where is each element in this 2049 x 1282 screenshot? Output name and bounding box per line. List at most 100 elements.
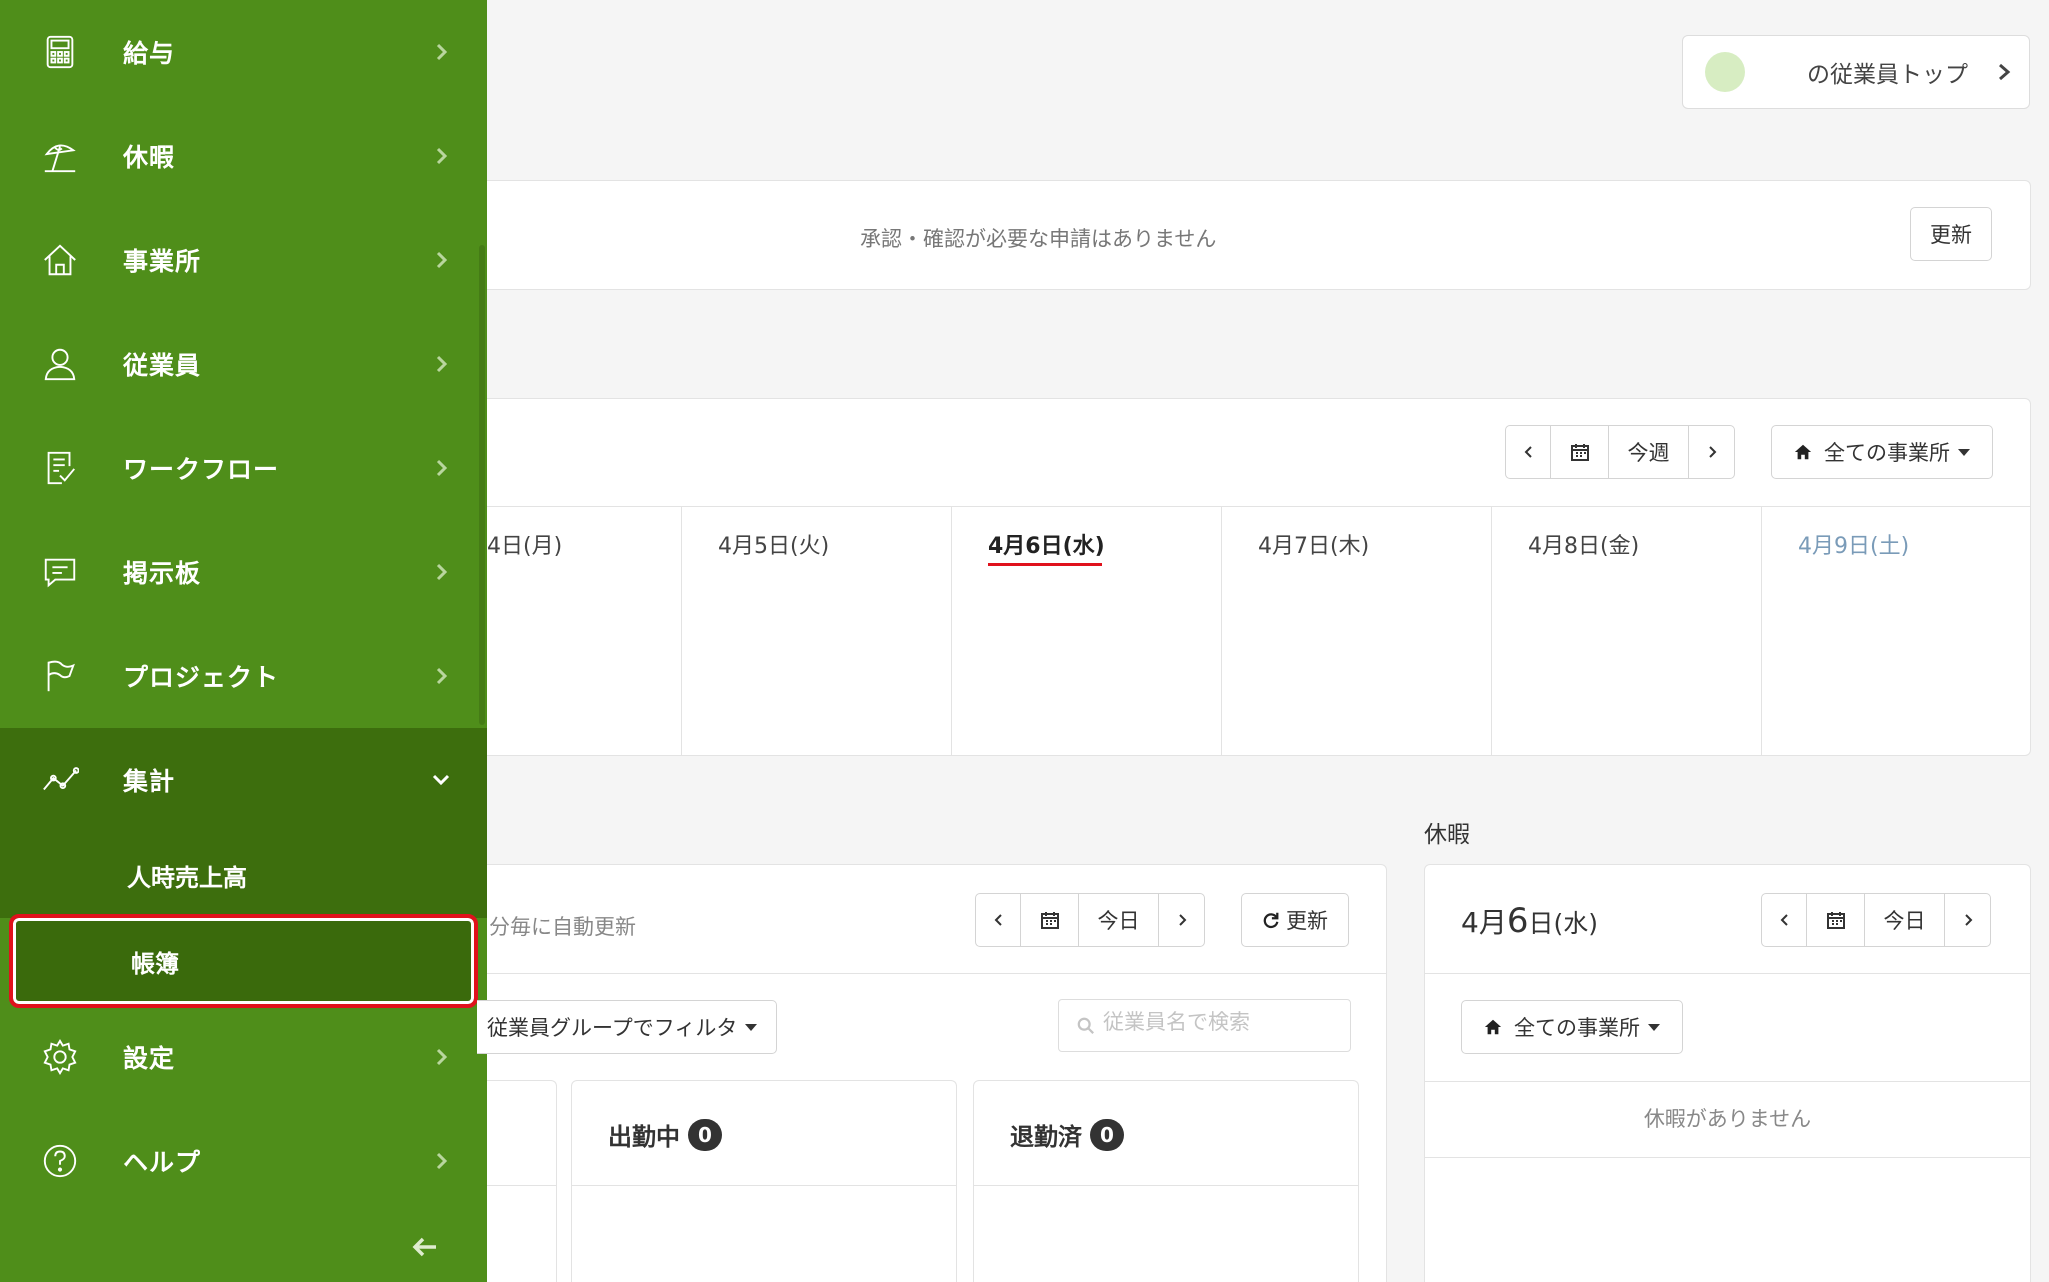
sidebar-item-label: ヘルプ xyxy=(123,1148,202,1177)
week-calendar-button[interactable] xyxy=(1551,426,1609,478)
home-icon xyxy=(1794,444,1812,460)
vacation-calendar-button[interactable] xyxy=(1807,894,1865,946)
attendance-refresh-button[interactable]: 更新 xyxy=(1241,893,1349,947)
day-calendar-button[interactable] xyxy=(1021,894,1079,946)
schedule-office-filter[interactable]: 全ての事業所 xyxy=(1771,425,1993,479)
attendance-day-navigator: 今日 xyxy=(975,893,1205,947)
chat-icon xyxy=(40,552,80,592)
chevron-right-icon xyxy=(430,353,452,375)
vacation-prev-day-button[interactable] xyxy=(1762,894,1807,946)
day-column-sat[interactable]: 4月9日(土) xyxy=(1762,506,2031,756)
sidebar-item-settings[interactable]: 設定 xyxy=(0,1005,487,1109)
calendar-icon xyxy=(1570,444,1589,461)
chevron-left-icon xyxy=(994,914,1002,926)
collapse-sidebar-arrow-icon[interactable] xyxy=(410,1232,440,1262)
vacation-office-filter-label: 全ての事業所 xyxy=(1514,1016,1640,1040)
vacation-today-button[interactable]: 今日 xyxy=(1865,894,1945,946)
day-column-wed[interactable]: 4月6日(水) xyxy=(952,506,1222,756)
sidebar: 給与 休暇 事業所 従業員 ワークフロー 掲示板 プロジェクト 集計 人時売上高… xyxy=(0,0,487,1282)
search-icon xyxy=(1077,1017,1094,1034)
employee-top-label: の従業員トップ xyxy=(1807,62,1968,88)
sidebar-item-label: 掲示板 xyxy=(123,559,202,588)
caret-down-icon xyxy=(1648,1023,1660,1031)
employee-search-input[interactable] xyxy=(1103,1010,1343,1034)
chevron-right-icon xyxy=(430,665,452,687)
sidebar-item-label: 集計 xyxy=(123,767,176,796)
attendance-card: 分毎に自動更新 今日 更新 従業員グループでフィルタ 出勤中 0 退勤済 0 xyxy=(477,864,1387,1282)
help-circle-icon xyxy=(40,1141,80,1181)
calculator-icon xyxy=(40,32,80,72)
flag-icon xyxy=(40,656,80,696)
sidebar-scrollbar[interactable] xyxy=(479,245,485,725)
day-column-fri[interactable]: 4月8日(金) xyxy=(1492,506,1762,756)
sidebar-item-aggregate[interactable]: 集計 xyxy=(0,728,487,832)
day-column-tue[interactable]: 4月5日(火) xyxy=(682,506,952,756)
auto-refresh-text: 分毎に自動更新 xyxy=(489,915,636,939)
sidebar-subitem-sales-per-hour[interactable]: 人時売上高 xyxy=(0,832,487,918)
approvals-card: 承認・確認が必要な申請はありません 更新 xyxy=(487,180,2031,290)
sidebar-item-workflow[interactable]: ワークフロー xyxy=(0,416,487,520)
vacation-next-day-button[interactable] xyxy=(1945,894,1990,946)
sidebar-item-project[interactable]: プロジェクト xyxy=(0,624,487,728)
status-column-left: 退勤済 0 xyxy=(973,1080,1359,1282)
employee-group-filter[interactable]: 従業員グループでフィルタ xyxy=(477,1000,777,1054)
sidebar-item-label: ワークフロー xyxy=(123,455,280,484)
approvals-refresh-button[interactable]: 更新 xyxy=(1910,207,1992,261)
chevron-right-icon xyxy=(430,457,452,479)
today-button[interactable]: 今日 xyxy=(1079,894,1159,946)
home-icon xyxy=(40,240,80,280)
prev-week-button[interactable] xyxy=(1506,426,1551,478)
sidebar-item-bulletin[interactable]: 掲示板 xyxy=(0,520,487,624)
week-navigator: 今週 xyxy=(1505,425,1735,479)
calendar-icon xyxy=(1040,912,1059,929)
left-count-badge: 0 xyxy=(1090,1118,1124,1151)
chevron-left-icon xyxy=(1780,914,1788,926)
employee-top-link[interactable]: の従業員トップ xyxy=(1682,35,2030,109)
employee-group-filter-label: 従業員グループでフィルタ xyxy=(487,1016,738,1040)
next-day-button[interactable] xyxy=(1159,894,1204,946)
vacation-day-navigator: 今日 xyxy=(1761,893,1991,947)
gear-icon xyxy=(40,1037,80,1077)
person-icon xyxy=(40,344,80,384)
sidebar-item-employees[interactable]: 従業員 xyxy=(0,312,487,416)
chevron-right-icon xyxy=(430,41,452,63)
working-label: 出勤中 xyxy=(608,1123,680,1151)
vacation-office-filter[interactable]: 全ての事業所 xyxy=(1461,1000,1683,1054)
day-header: 4日(月) xyxy=(487,534,563,559)
sidebar-item-office[interactable]: 事業所 xyxy=(0,208,487,312)
sidebar-item-label: 設定 xyxy=(123,1044,176,1073)
sidebar-subitem-label: 人時売上高 xyxy=(127,863,247,892)
approvals-empty-message: 承認・確認が必要な申請はありません xyxy=(860,227,1217,251)
sidebar-item-label: 給与 xyxy=(123,39,176,68)
prev-day-button[interactable] xyxy=(976,894,1021,946)
chevron-right-icon xyxy=(430,561,452,583)
day-column-mon[interactable]: 4日(月) xyxy=(487,506,682,756)
chevron-right-icon xyxy=(1999,63,2011,81)
sidebar-item-label: 事業所 xyxy=(123,247,202,276)
sidebar-subitem-ledger[interactable]: 帳簿 xyxy=(9,914,478,1008)
day-header: 4月9日(土) xyxy=(1798,534,1910,559)
caret-down-icon xyxy=(745,1023,758,1031)
next-week-button[interactable] xyxy=(1689,426,1734,478)
chevron-right-icon xyxy=(1964,914,1972,926)
vacation-date: 4月6日(水) xyxy=(1461,901,1598,941)
day-header: 4月8日(金) xyxy=(1528,534,1640,559)
checklist-icon xyxy=(40,448,80,488)
sidebar-item-help[interactable]: ヘルプ xyxy=(0,1109,487,1213)
this-week-button[interactable]: 今週 xyxy=(1609,426,1689,478)
chevron-right-icon xyxy=(1178,914,1186,926)
attendance-refresh-label: 更新 xyxy=(1286,909,1328,933)
day-column-thu[interactable]: 4月7日(木) xyxy=(1222,506,1492,756)
smiley-avatar-icon xyxy=(1705,52,1745,92)
schedule-office-filter-label: 全ての事業所 xyxy=(1824,441,1950,465)
status-column-working: 出勤中 0 xyxy=(571,1080,957,1282)
vacation-empty-message: 休暇がありません xyxy=(1643,1107,1812,1131)
calendar-icon xyxy=(1826,912,1845,929)
sidebar-item-vacation[interactable]: 休暇 xyxy=(0,104,487,208)
chevron-left-icon xyxy=(1524,446,1532,458)
home-icon xyxy=(1484,1019,1502,1035)
sidebar-item-label: 休暇 xyxy=(123,143,176,172)
day-header: 4月5日(火) xyxy=(718,534,830,559)
employee-search-field[interactable] xyxy=(1058,999,1351,1052)
sidebar-item-payroll[interactable]: 給与 xyxy=(0,0,487,104)
